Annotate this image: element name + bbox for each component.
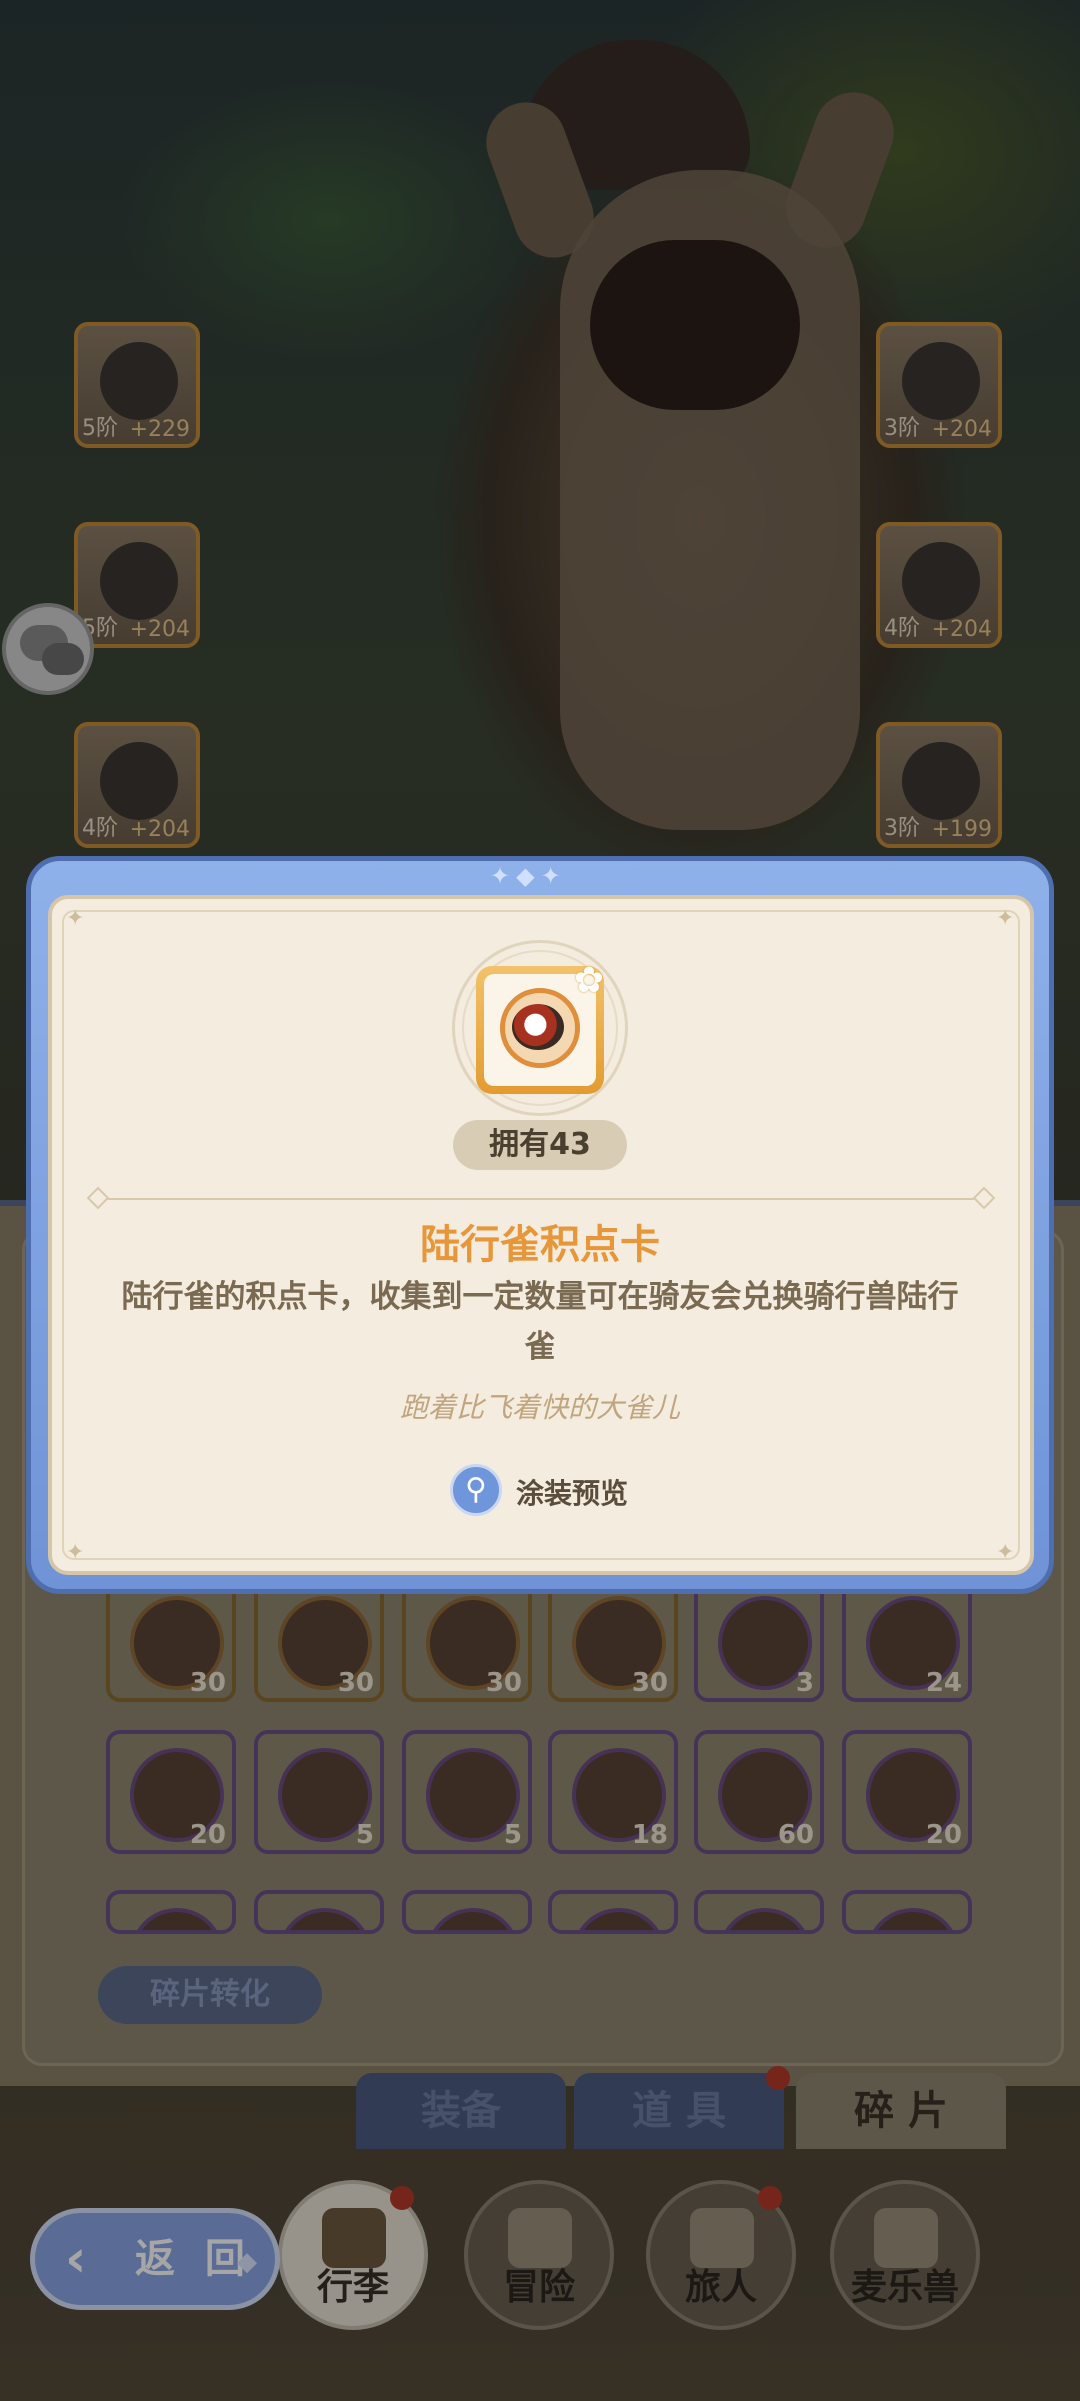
- corner-ornament-icon: ✦: [996, 1540, 1015, 1565]
- divider: [98, 1198, 982, 1200]
- item-title: 陆行雀积点卡: [420, 1222, 660, 1268]
- item-flavor-text: 跑着比飞着快的大雀儿: [399, 1391, 680, 1424]
- magnifier-icon: ⚲: [450, 1464, 502, 1516]
- item-icon: ✿: [476, 960, 604, 1094]
- diamond-ornament-icon: ✦◆✦: [490, 862, 567, 890]
- corner-ornament-icon: ✦: [66, 1540, 85, 1565]
- item-description: 陆行雀的积点卡，收集到一定数量可在骑友会兑换骑行兽陆行雀: [121, 1279, 959, 1365]
- owned-count: 拥有43: [453, 1120, 627, 1170]
- corner-ornament-icon: ✦: [996, 906, 1015, 931]
- corner-ornament-icon: ✦: [66, 906, 85, 931]
- bird-icon: [512, 1004, 564, 1050]
- star-badge-icon: ✿: [573, 960, 604, 1001]
